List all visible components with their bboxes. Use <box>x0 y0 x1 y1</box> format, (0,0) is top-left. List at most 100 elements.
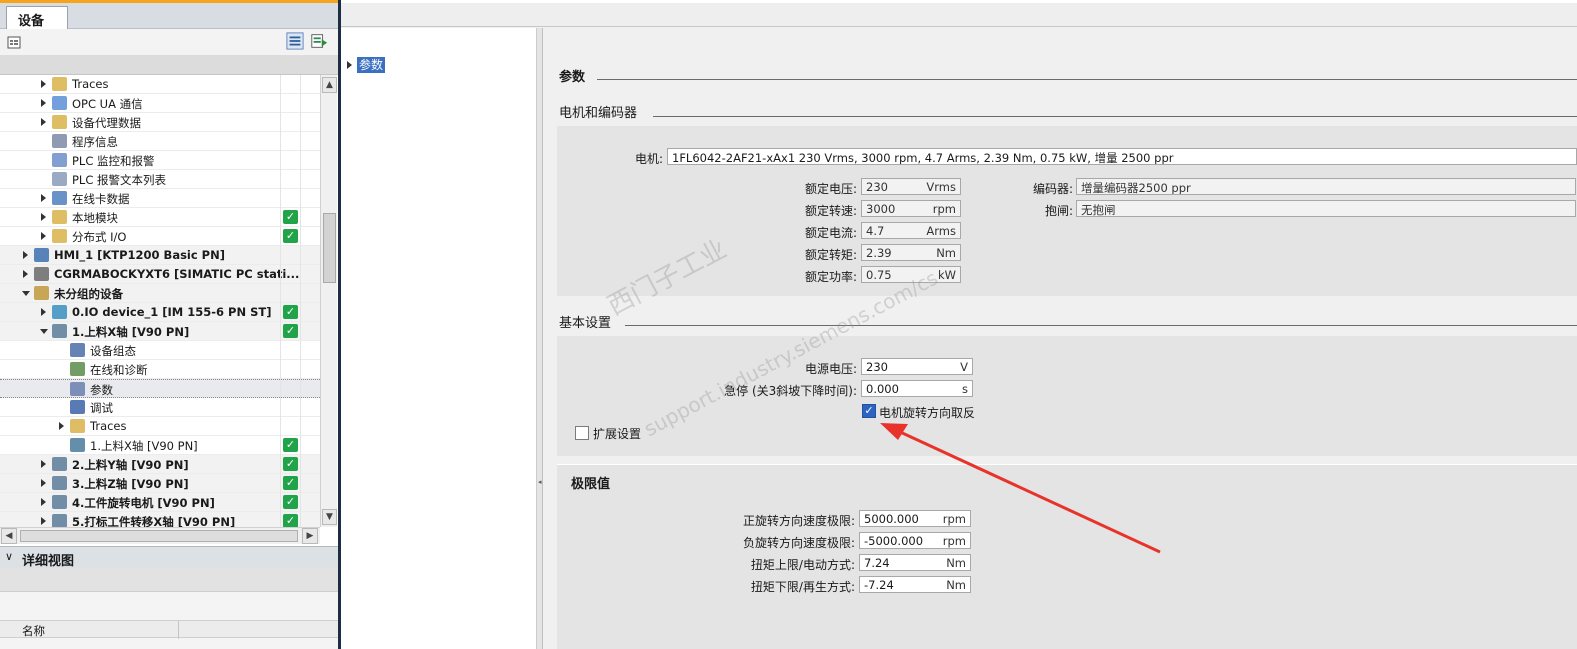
scroll-up-icon[interactable]: ▲ <box>322 77 337 93</box>
detail-view-toggle-icon[interactable] <box>286 32 304 50</box>
tree-row[interactable]: 5.打标工件转移X轴 [V90 PN] ✓ <box>0 512 320 527</box>
tree-row[interactable]: PLC 报警文本列表 <box>0 170 320 189</box>
expand-arrow-icon[interactable] <box>41 118 46 126</box>
tree-row[interactable]: OPC UA 通信 <box>0 94 320 113</box>
estop-ramp-field[interactable]: 0.000 s <box>861 380 973 397</box>
encoder-field: 增量编码器2500 ppr <box>1076 178 1576 195</box>
expand-arrow-icon[interactable] <box>23 251 28 259</box>
collapse-arrow-icon[interactable] <box>22 291 30 296</box>
add-device-icon[interactable] <box>6 33 24 51</box>
horizontal-scrollbar-thumb[interactable] <box>20 530 298 542</box>
invert-direction-label: 电机旋转方向取反 <box>879 406 976 420</box>
motor-select[interactable]: 1FL6042-2AF21-xAx1 230 Vrms, 3000 rpm, 4… <box>667 148 1577 165</box>
tree-row[interactable]: HMI_1 [KTP1200 Basic PN] <box>0 246 320 265</box>
expand-arrow-icon[interactable] <box>59 422 64 430</box>
extra-cell <box>300 322 320 341</box>
scroll-right-icon[interactable]: ▶ <box>302 528 318 544</box>
tree-row[interactable]: Traces <box>0 75 320 94</box>
tree-row[interactable]: 3.上料Z轴 [V90 PN] ✓ <box>0 474 320 493</box>
expand-arrow-icon[interactable] <box>41 194 46 202</box>
tree-row[interactable]: 设备代理数据 <box>0 113 320 132</box>
scroll-left-icon[interactable]: ◀ <box>1 528 17 544</box>
tree-row[interactable]: 在线和诊断 <box>0 360 320 379</box>
extra-cell <box>300 113 320 132</box>
pos-speed-limit-field[interactable]: 5000.000 rpm <box>859 510 971 527</box>
splitter-collapse-icon[interactable]: ◂ <box>538 478 542 486</box>
expand-arrow-icon[interactable] <box>41 517 46 525</box>
expand-arrow-icon[interactable] <box>41 479 46 487</box>
expand-arrow-icon[interactable] <box>41 99 46 107</box>
status-cell <box>280 170 300 189</box>
extra-cell <box>300 474 320 493</box>
rated-current-field: 4.7 Arms <box>861 222 961 239</box>
status-cell: ✓ <box>280 303 300 322</box>
expand-arrow-icon[interactable] <box>41 232 46 240</box>
supply-voltage-field[interactable]: 230 V <box>861 358 973 375</box>
tree-horizontal-scrollbar[interactable]: ◀ ▶ <box>0 527 320 544</box>
tree-row-label: 调试 <box>90 401 113 415</box>
folder-icon <box>70 419 85 433</box>
tree-row-label: 设备组态 <box>90 344 136 358</box>
tree-vertical-scrollbar[interactable]: ▲ ▼ <box>320 75 337 527</box>
expand-arrow-icon[interactable] <box>23 270 28 278</box>
tree-row[interactable]: 参数 <box>0 379 320 399</box>
rated-voltage-value: 230 <box>866 180 888 194</box>
brake-field: 无抱闸 <box>1076 200 1576 217</box>
status-cell: ✓ <box>280 493 300 512</box>
status-cell <box>280 94 300 113</box>
column-name-header[interactable]: 名称 <box>22 623 45 639</box>
expand-arrow-icon[interactable] <box>41 460 46 468</box>
tree-row-label: 5.打标工件转移X轴 [V90 PN] <box>72 515 236 527</box>
tree-row[interactable]: 程序信息 <box>0 132 320 151</box>
torque-upper-limit-value: 7.24 <box>864 556 890 570</box>
tab-devices[interactable]: 设备 <box>6 6 68 30</box>
tree-row[interactable]: Traces <box>0 417 320 436</box>
parameter-navigation: 参数 <box>341 28 537 649</box>
rated-current-value: 4.7 <box>866 224 885 238</box>
tree-row[interactable]: 设备组态 <box>0 341 320 360</box>
tree-row[interactable]: 分布式 I/O ✓ <box>0 227 320 246</box>
tree-row[interactable]: 2.上料Y轴 [V90 PN] ✓ <box>0 455 320 474</box>
extended-settings-checkbox[interactable] <box>575 426 589 440</box>
collapse-chevron-icon[interactable]: ∨ <box>5 550 13 563</box>
expand-arrow-icon[interactable] <box>41 213 46 221</box>
tree-row[interactable]: 未分组的设备 <box>0 284 320 303</box>
tree-row[interactable]: 4.工件旋转电机 [V90 PN] ✓ <box>0 493 320 512</box>
rated-speed-label: 额定转速: <box>804 204 857 218</box>
detail-view-body: 名称 <box>0 568 338 649</box>
invert-direction-checkbox[interactable]: ✓ <box>862 404 876 418</box>
detail-view-header[interactable]: ∨ 详细视图 <box>0 546 338 569</box>
tree-row[interactable]: 1.上料X轴 [V90 PN] ✓ <box>0 436 320 455</box>
extra-cell <box>300 455 320 474</box>
scrollbar-thumb[interactable] <box>323 213 336 283</box>
expand-arrow-icon[interactable] <box>41 80 46 88</box>
section-rule <box>625 325 1577 326</box>
memory-card-icon <box>52 191 67 205</box>
tree-row[interactable]: 本地模块 ✓ <box>0 208 320 227</box>
expand-arrow-icon[interactable] <box>41 498 46 506</box>
scroll-down-icon[interactable]: ▼ <box>322 509 337 525</box>
tree-row[interactable]: 1.上料X轴 [V90 PN] ✓ <box>0 322 320 341</box>
nav-expand-arrow-icon[interactable] <box>347 61 352 69</box>
torque-lower-limit-field[interactable]: -7.24 Nm <box>859 576 971 593</box>
pos-speed-limit-unit: rpm <box>942 512 966 526</box>
torque-lower-limit-value: -7.24 <box>864 578 894 592</box>
tree-row[interactable]: 调试 <box>0 398 320 417</box>
tree-row[interactable]: 0.IO device_1 [IM 155-6 PN ST] ✓ <box>0 303 320 322</box>
tree-row[interactable]: 在线卡数据 <box>0 189 320 208</box>
tree-row[interactable]: CGRMABOCKYXT6 [SIMATIC PC stati... <box>0 265 320 284</box>
status-cell <box>280 341 300 360</box>
tree-row-label: 未分组的设备 <box>54 287 123 301</box>
tree-row[interactable]: PLC 监控和报警 <box>0 151 320 170</box>
status-cell: ✓ <box>280 227 300 246</box>
collapse-arrow-icon[interactable] <box>40 329 48 334</box>
expand-arrow-icon[interactable] <box>41 308 46 316</box>
neg-speed-limit-field[interactable]: -5000.000 rpm <box>859 532 971 549</box>
overview-icon[interactable] <box>310 32 328 50</box>
torque-upper-limit-field[interactable]: 7.24 Nm <box>859 554 971 571</box>
editor-toolbar <box>341 3 1577 27</box>
plc-alarm-icon <box>52 153 67 167</box>
pc-station-icon <box>34 267 49 281</box>
rated-speed-value: 3000 <box>866 202 896 216</box>
nav-item-parameters[interactable]: 参数 <box>357 57 386 73</box>
